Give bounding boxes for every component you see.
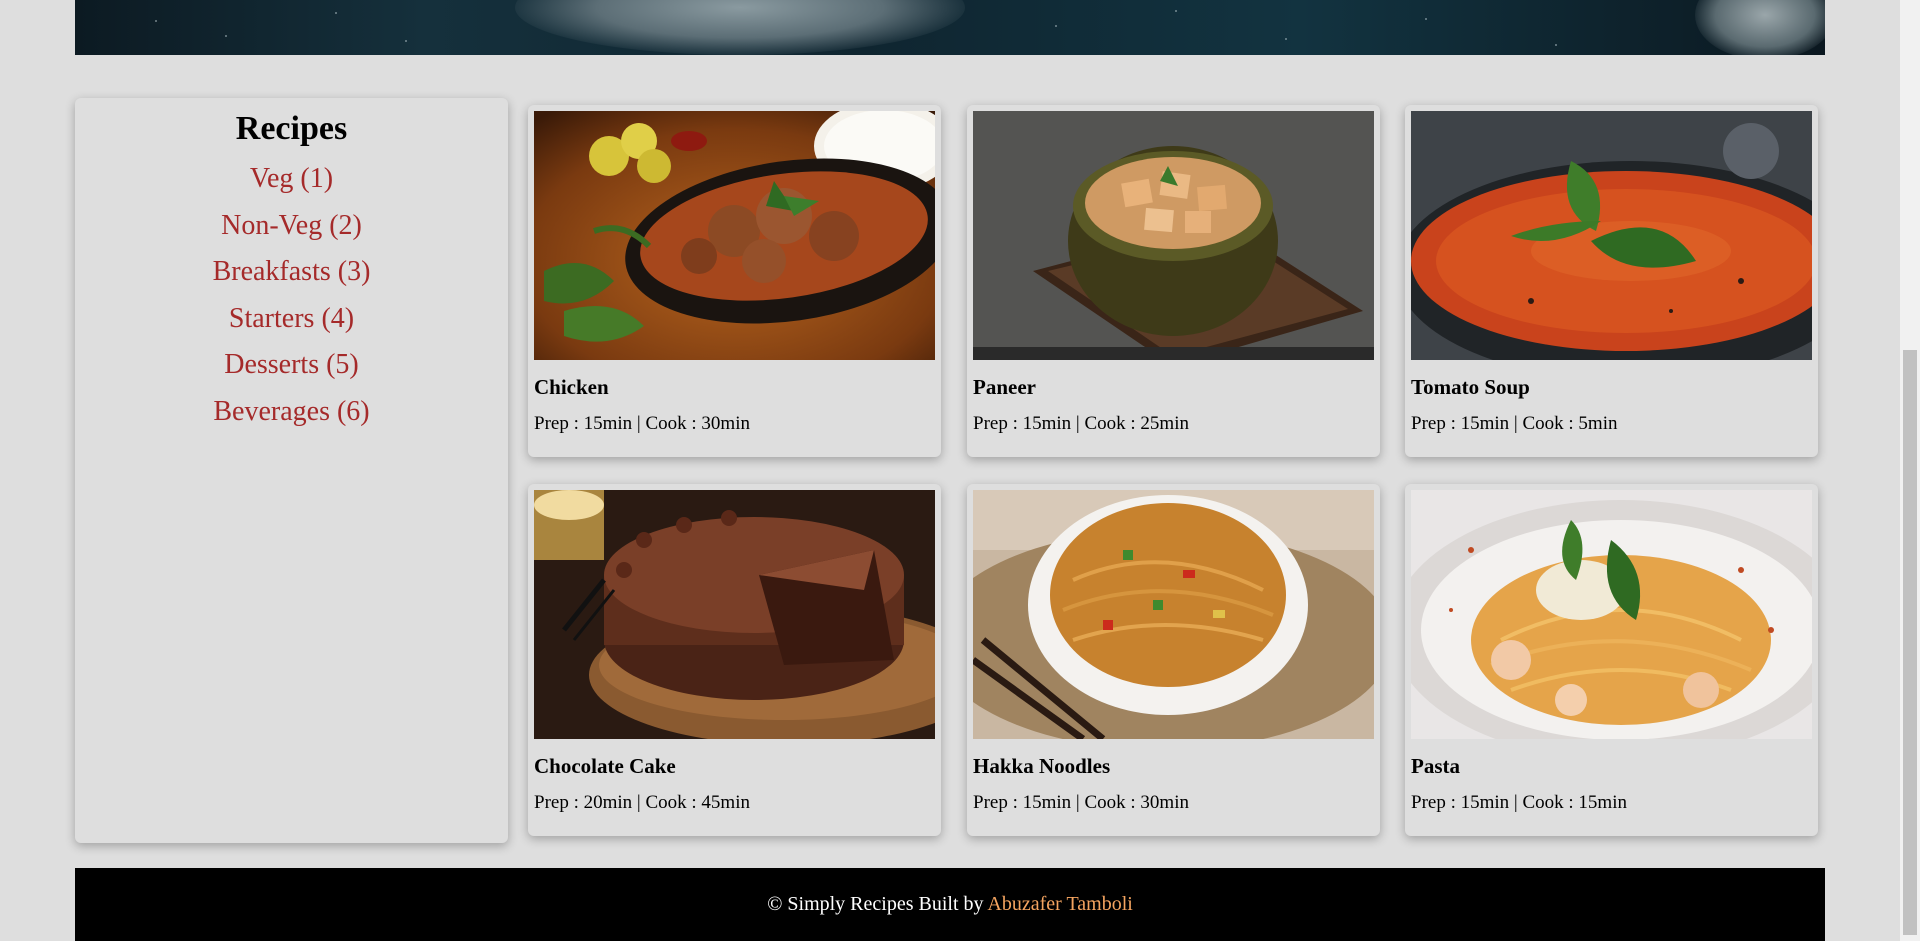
pasta-photo[interactable] xyxy=(1411,490,1812,739)
chocolate-cake-photo[interactable] xyxy=(534,490,935,739)
category-link-veg[interactable]: Veg (1) xyxy=(75,156,508,203)
recipe-title[interactable]: Hakka Noodles xyxy=(973,754,1110,779)
recipe-title[interactable]: Paneer xyxy=(973,375,1036,400)
recipe-time: Prep : 15min | Cook : 30min xyxy=(973,792,1189,813)
page: Recipes Veg (1) Non-Veg (2) Breakfasts (… xyxy=(0,0,1920,941)
author-link[interactable]: Abuzafer Tamboli xyxy=(987,893,1132,915)
hakka-noodles-photo[interactable] xyxy=(973,490,1374,739)
category-link-starters[interactable]: Starters (4) xyxy=(75,296,508,343)
recipe-title[interactable]: Tomato Soup xyxy=(1411,375,1530,400)
scrollbar-thumb[interactable] xyxy=(1903,350,1917,935)
recipe-title[interactable]: Chocolate Cake xyxy=(534,754,676,779)
category-link-breakfasts[interactable]: Breakfasts (3) xyxy=(75,249,508,296)
recipe-time: Prep : 15min | Cook : 30min xyxy=(534,413,750,434)
category-link-beverages[interactable]: Beverages (6) xyxy=(75,389,508,436)
recipe-time: Prep : 15min | Cook : 25min xyxy=(973,413,1189,434)
category-list: Veg (1) Non-Veg (2) Breakfasts (3) Start… xyxy=(75,156,508,435)
category-link-desserts[interactable]: Desserts (5) xyxy=(75,342,508,389)
category-link-non-veg[interactable]: Non-Veg (2) xyxy=(75,203,508,250)
sidebar-title: Recipes xyxy=(235,110,348,147)
recipes-sidebar: Recipes Veg (1) Non-Veg (2) Breakfasts (… xyxy=(75,98,508,843)
recipe-card[interactable]: Pasta Prep : 15min | Cook : 15min xyxy=(1405,484,1818,836)
paneer-curry-photo[interactable] xyxy=(973,111,1374,360)
hero-banner-image xyxy=(75,0,1825,55)
chicken-curry-photo[interactable] xyxy=(534,111,935,360)
tomato-soup-photo[interactable] xyxy=(1411,111,1812,360)
recipe-title[interactable]: Pasta xyxy=(1411,754,1460,779)
recipe-card[interactable]: Tomato Soup Prep : 15min | Cook : 5min xyxy=(1405,105,1818,457)
recipe-time: Prep : 15min | Cook : 5min xyxy=(1411,413,1618,434)
recipe-card[interactable]: Hakka Noodles Prep : 15min | Cook : 30mi… xyxy=(967,484,1380,836)
recipe-time: Prep : 20min | Cook : 45min xyxy=(534,792,750,813)
vertical-scrollbar[interactable] xyxy=(1900,0,1920,941)
footer-copyright: © Simply Recipes Built by xyxy=(767,893,988,915)
site-footer: © Simply Recipes Built by Abuzafer Tambo… xyxy=(75,868,1825,941)
recipe-title[interactable]: Chicken xyxy=(534,375,609,400)
recipe-card[interactable]: Paneer Prep : 15min | Cook : 25min xyxy=(967,105,1380,457)
recipe-time: Prep : 15min | Cook : 15min xyxy=(1411,792,1627,813)
recipe-card[interactable]: Chocolate Cake Prep : 20min | Cook : 45m… xyxy=(528,484,941,836)
recipe-card[interactable]: Chicken Prep : 15min | Cook : 30min xyxy=(528,105,941,457)
